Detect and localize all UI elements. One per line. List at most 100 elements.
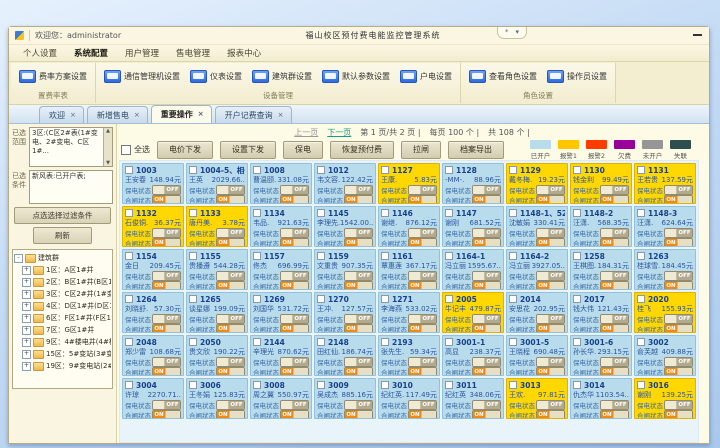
supply-status-toggle[interactable]: OFF (472, 228, 501, 238)
switch-status-toggle[interactable]: ON (664, 238, 693, 247)
switch-status-toggle[interactable]: ON (344, 324, 373, 333)
card-checkbox[interactable] (317, 166, 325, 174)
menu-item[interactable]: 系统配置 (74, 47, 108, 59)
menu-item[interactable]: 用户管理 (125, 47, 159, 59)
next-page-link[interactable]: 下一页 (327, 127, 351, 138)
card-checkbox[interactable] (381, 295, 389, 303)
switch-status-toggle[interactable]: ON (344, 281, 373, 290)
card-checkbox[interactable] (637, 209, 645, 217)
supply-status-toggle[interactable]: OFF (472, 314, 501, 324)
supply-status-toggle[interactable]: OFF (408, 314, 437, 324)
switch-status-toggle[interactable]: ON (152, 281, 181, 290)
supply-status-toggle[interactable]: OFF (344, 271, 373, 281)
supply-status-toggle[interactable]: OFF (344, 314, 373, 324)
supply-status-toggle[interactable]: OFF (280, 400, 309, 410)
switch-status-toggle[interactable]: ON (408, 367, 437, 376)
card-checkbox[interactable] (509, 209, 517, 217)
switch-status-toggle[interactable]: ON (216, 195, 245, 204)
supply-status-toggle[interactable]: OFF (216, 228, 245, 238)
card-checkbox[interactable] (445, 295, 453, 303)
document-tab[interactable]: 欢迎 × (39, 106, 84, 123)
switch-status-toggle[interactable]: ON (216, 238, 245, 247)
switch-status-toggle[interactable]: ON (664, 324, 693, 333)
tree-node[interactable]: 7区：G区1#井 (14, 324, 111, 336)
switch-status-toggle[interactable]: ON (344, 410, 373, 419)
tree-root[interactable]: 建筑群 (14, 252, 111, 264)
card-checkbox[interactable] (125, 338, 133, 346)
prev-page-link[interactable]: 上一页 (294, 127, 318, 138)
card-checkbox[interactable] (381, 381, 389, 389)
card-checkbox[interactable] (253, 295, 261, 303)
ribbon-button[interactable]: 仪表设置 (185, 64, 247, 89)
switch-status-toggle[interactable]: ON (536, 410, 565, 419)
supply-status-toggle[interactable]: OFF (536, 357, 565, 367)
card-checkbox[interactable] (253, 166, 261, 174)
switch-status-toggle[interactable]: ON (280, 238, 309, 247)
supply-status-toggle[interactable]: OFF (216, 314, 245, 324)
switch-status-toggle[interactable]: ON (600, 195, 629, 204)
expand-icon[interactable] (22, 362, 31, 371)
switch-status-toggle[interactable]: ON (536, 195, 565, 204)
document-tab[interactable]: 新增售电 × (87, 106, 148, 123)
card-checkbox[interactable] (125, 166, 133, 174)
switch-status-toggle[interactable]: ON (280, 410, 309, 419)
tree-node[interactable]: 2区：B区1#井(B区1#... (14, 276, 111, 288)
supply-status-toggle[interactable]: OFF (536, 400, 565, 410)
card-checkbox[interactable] (573, 252, 581, 260)
supply-status-toggle[interactable]: OFF (344, 185, 373, 195)
switch-status-toggle[interactable]: ON (664, 410, 693, 419)
expand-icon[interactable] (22, 326, 31, 335)
card-checkbox[interactable] (381, 166, 389, 174)
supply-status-toggle[interactable]: OFF (152, 314, 181, 324)
action-button[interactable]: 拉闸 (401, 141, 441, 159)
card-checkbox[interactable] (381, 252, 389, 260)
switch-status-toggle[interactable]: ON (536, 281, 565, 290)
supply-status-toggle[interactable]: OFF (216, 357, 245, 367)
close-icon[interactable]: × (134, 112, 140, 119)
supply-status-toggle[interactable]: OFF (664, 357, 693, 367)
switch-status-toggle[interactable]: ON (536, 238, 565, 247)
card-checkbox[interactable] (637, 381, 645, 389)
switch-status-toggle[interactable]: ON (664, 367, 693, 376)
card-checkbox[interactable] (125, 252, 133, 260)
switch-status-toggle[interactable]: ON (152, 238, 181, 247)
ribbon-button[interactable]: 建筑群设置 (247, 64, 317, 89)
supply-status-toggle[interactable]: OFF (280, 228, 309, 238)
card-checkbox[interactable] (573, 295, 581, 303)
expand-icon[interactable] (22, 350, 31, 359)
action-button[interactable]: 设置下发 (220, 141, 276, 159)
switch-status-toggle[interactable]: ON (280, 324, 309, 333)
switch-status-toggle[interactable]: ON (280, 195, 309, 204)
supply-status-toggle[interactable]: OFF (664, 314, 693, 324)
supply-status-toggle[interactable]: OFF (280, 185, 309, 195)
supply-status-toggle[interactable]: OFF (152, 357, 181, 367)
switch-status-toggle[interactable]: ON (600, 367, 629, 376)
switch-status-toggle[interactable]: ON (408, 324, 437, 333)
supply-status-toggle[interactable]: OFF (280, 314, 309, 324)
supply-status-toggle[interactable]: OFF (472, 271, 501, 281)
supply-status-toggle[interactable]: OFF (664, 185, 693, 195)
tree-node[interactable]: 3区：C区2#井(1#变... (14, 288, 111, 300)
switch-status-toggle[interactable]: ON (216, 281, 245, 290)
card-checkbox[interactable] (445, 209, 453, 217)
scroll-down-icon[interactable]: ▼ (106, 160, 110, 167)
supply-status-toggle[interactable]: OFF (472, 400, 501, 410)
card-checkbox[interactable] (253, 381, 261, 389)
expand-icon[interactable] (22, 266, 31, 275)
card-checkbox[interactable] (573, 166, 581, 174)
card-checkbox[interactable] (445, 381, 453, 389)
switch-status-toggle[interactable]: ON (472, 324, 501, 333)
expand-icon[interactable] (22, 338, 31, 347)
expand-icon[interactable] (22, 290, 31, 299)
card-checkbox[interactable] (317, 252, 325, 260)
document-tab[interactable]: 开户记费查询 × (215, 106, 292, 123)
switch-status-toggle[interactable]: ON (152, 324, 181, 333)
switch-status-toggle[interactable]: ON (216, 324, 245, 333)
switch-status-toggle[interactable]: ON (600, 324, 629, 333)
switch-status-toggle[interactable]: ON (408, 238, 437, 247)
supply-status-toggle[interactable]: OFF (216, 400, 245, 410)
ribbon-button[interactable]: 户电设置 (395, 64, 457, 89)
card-checkbox[interactable] (509, 381, 517, 389)
ribbon-button[interactable]: 查看角色设置 (464, 64, 542, 89)
card-checkbox[interactable] (189, 381, 197, 389)
